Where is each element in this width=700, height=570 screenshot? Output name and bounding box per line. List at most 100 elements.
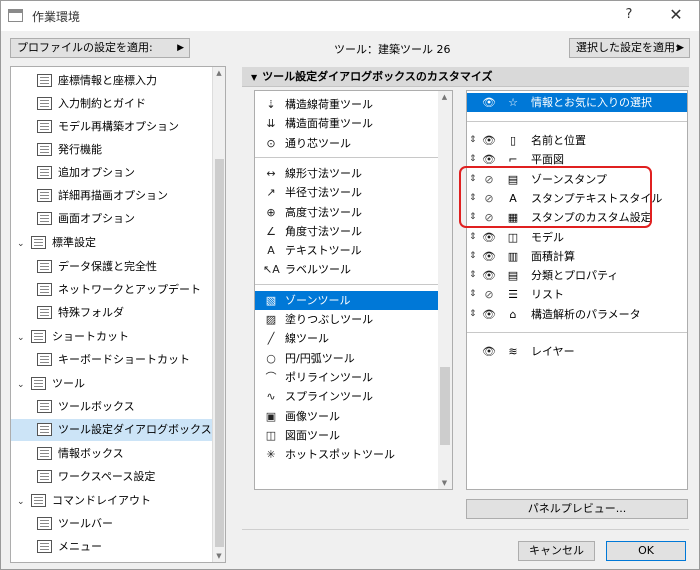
- command-layout-icon: [31, 493, 46, 507]
- cancel-button[interactable]: キャンセル: [518, 541, 595, 561]
- tool-name: 円/円弧ツール: [285, 351, 355, 365]
- tree-scrollbar[interactable]: ▲ ▼: [212, 67, 225, 562]
- tool-list-item[interactable]: ▧ ゾーンツール: [255, 290, 439, 310]
- drag-handle-icon[interactable]: ⇕: [469, 131, 477, 150]
- tool-list-scrollbar[interactable]: ▲ ▼: [438, 91, 452, 489]
- shortcut-icon: [31, 329, 46, 343]
- tree-item[interactable]: ワークスペース設定: [11, 466, 213, 488]
- scroll-up-icon[interactable]: ▲: [438, 93, 451, 101]
- tool-list-item[interactable]: ∠ 角度寸法ツール: [255, 222, 439, 241]
- tool-list-item[interactable]: ↔ 線形寸法ツール: [255, 164, 439, 183]
- ok-button[interactable]: OK: [606, 541, 686, 561]
- tree-item[interactable]: メニュー: [11, 536, 213, 558]
- tool-list-item[interactable]: ↖A ラベルツール: [255, 260, 439, 279]
- drag-handle-icon[interactable]: ⇕: [469, 228, 477, 247]
- tree-item[interactable]: 特殊フォルダ: [11, 302, 213, 324]
- scroll-down-icon[interactable]: ▼: [438, 479, 451, 487]
- layers-icon: ≋: [508, 345, 518, 358]
- panel-item[interactable]: ⇕ ⊘ ☰ リスト: [467, 285, 687, 304]
- scroll-up-icon[interactable]: ▲: [213, 69, 225, 77]
- tool-name: 線ツール: [285, 332, 329, 346]
- eye-icon[interactable]: 👁: [481, 228, 497, 247]
- customization-section-header[interactable]: ▼ ツール設定ダイアログボックスのカスタマイズ: [242, 67, 689, 87]
- apply-selected-settings-button[interactable]: 選択した設定を適用: ▶: [569, 38, 690, 58]
- panel-preview-button[interactable]: パネルプレビュー...: [466, 499, 688, 519]
- tree-item[interactable]: 画面オプション: [11, 208, 213, 230]
- tool-list-item[interactable]: ↗ 半径寸法ツール: [255, 183, 439, 202]
- apply-profile-button[interactable]: プロファイルの設定を適用: ▶: [10, 38, 190, 58]
- panel-item[interactable]: ⇕ 👁 ◫ モデル: [467, 228, 687, 247]
- panel-item-label: リスト: [531, 288, 564, 302]
- tree-item[interactable]: ⌄ 標準設定: [11, 232, 213, 254]
- tree-item[interactable]: 発行機能: [11, 139, 213, 161]
- tool-list-item[interactable]: ⌒ ポリラインツール: [255, 368, 439, 387]
- panel-item[interactable]: ⇕ 👁 ⌂ 構造解析のパラメータ: [467, 305, 687, 324]
- eye-icon[interactable]: 👁: [481, 131, 497, 150]
- panel-item[interactable]: ⇕ 👁 ▤ 分類とプロパティ: [467, 266, 687, 285]
- eye-icon[interactable]: 👁: [481, 266, 497, 285]
- list-divider: [467, 121, 687, 122]
- tree-item[interactable]: ツールボックス: [11, 396, 213, 418]
- close-button[interactable]: ✕: [665, 5, 687, 25]
- drag-handle-icon[interactable]: ⇕: [469, 266, 477, 285]
- tool-list-item[interactable]: ▣ 画像ツール: [255, 407, 439, 426]
- drag-handle-icon[interactable]: ⇕: [469, 247, 477, 266]
- tool-list-item[interactable]: ╱ 線ツール: [255, 329, 439, 348]
- help-button[interactable]: ?: [619, 7, 639, 25]
- eye-icon[interactable]: 👁: [481, 247, 497, 266]
- tree-item[interactable]: 情報ボックス: [11, 443, 213, 465]
- tree-item[interactable]: モデル再構築オプション: [11, 116, 213, 138]
- monitor-icon: [37, 211, 52, 225]
- scroll-thumb[interactable]: [215, 159, 224, 547]
- tree-item-label: 入力制約とガイド: [58, 97, 146, 110]
- tree-item[interactable]: 詳細再描画オプション: [11, 185, 213, 207]
- special-folder-icon: [37, 305, 52, 319]
- tool-list-item[interactable]: ∿ スプラインツール: [255, 387, 439, 406]
- chevron-down-icon[interactable]: ⌄: [17, 327, 27, 349]
- tool-list-item[interactable]: ◫ 図面ツール: [255, 426, 439, 445]
- drag-handle-icon[interactable]: ⇕: [469, 285, 477, 304]
- toolbox-icon: [37, 399, 52, 413]
- chevron-down-icon[interactable]: ⌄: [17, 233, 27, 255]
- chevron-down-icon[interactable]: ⌄: [17, 491, 27, 513]
- tree-item[interactable]: 入力制約とガイド: [11, 93, 213, 115]
- eye-icon[interactable]: 👁: [481, 342, 497, 361]
- tree-item-label: ネットワークとアップデート: [58, 283, 201, 296]
- tree-item[interactable]: ツール設定ダイアログボックス: [11, 419, 213, 441]
- tree-item[interactable]: 追加オプション: [11, 162, 213, 184]
- eye-icon[interactable]: 👁: [481, 93, 497, 112]
- tool-name: 高度寸法ツール: [285, 205, 362, 219]
- tree-item[interactable]: ネットワークとアップデート: [11, 279, 213, 301]
- drag-handle-icon[interactable]: ⇕: [469, 305, 477, 324]
- tree-item[interactable]: ⌄ コマンドレイアウト: [11, 490, 213, 512]
- tree-item[interactable]: ツールバー: [11, 513, 213, 535]
- tool-list-item[interactable]: ⇊ 構造面荷重ツール: [255, 114, 439, 133]
- tree-item[interactable]: データ保護と完全性: [11, 256, 213, 278]
- tree-item[interactable]: ⌄ ショートカット: [11, 326, 213, 348]
- panel-item[interactable]: ⇕ 👁 ▥ 面積計算: [467, 247, 687, 266]
- tool-list-item[interactable]: ⇣ 構造線荷重ツール: [255, 95, 439, 114]
- panel-item-layers[interactable]: 👁 ≋ レイヤー: [467, 342, 687, 361]
- tool-name: 構造線荷重ツール: [285, 98, 373, 111]
- tool-list-item[interactable]: ✳ ホットスポットツール: [255, 445, 439, 464]
- triangle-right-icon: ▶: [177, 43, 184, 53]
- tree-item[interactable]: ⌄ ツール: [11, 373, 213, 395]
- tool-list-item[interactable]: ○ 円/円弧ツール: [255, 349, 439, 368]
- tool-list-item[interactable]: A テキストツール: [255, 241, 439, 260]
- section-title: ツール設定ダイアログボックスのカスタマイズ: [262, 70, 493, 83]
- panel-item-label: 名前と位置: [531, 134, 586, 147]
- tree-item[interactable]: キーボードショートカット: [11, 349, 213, 371]
- chevron-down-icon[interactable]: ⌄: [17, 374, 27, 396]
- tree-item[interactable]: 座標情報と座標入力: [11, 70, 213, 92]
- panel-item-info-favorites[interactable]: 👁 ☆ 情報とお気に入りの選択: [467, 93, 687, 112]
- panel-item[interactable]: ⇕ 👁 ▯ 名前と位置: [467, 131, 687, 150]
- tool-list-item[interactable]: ⊕ 高度寸法ツール: [255, 203, 439, 222]
- scroll-down-icon[interactable]: ▼: [213, 552, 225, 560]
- tool-list-item[interactable]: ▨ 塗りつぶしツール: [255, 310, 439, 329]
- scroll-thumb[interactable]: [440, 367, 450, 445]
- eye-icon[interactable]: 👁: [481, 305, 497, 324]
- tool-list-item[interactable]: ⊙ 通り芯ツール: [255, 134, 439, 153]
- eye-hidden-icon[interactable]: ⊘: [481, 285, 497, 304]
- folder-icon: [31, 235, 46, 249]
- chevron-down-icon: ▼: [251, 73, 258, 82]
